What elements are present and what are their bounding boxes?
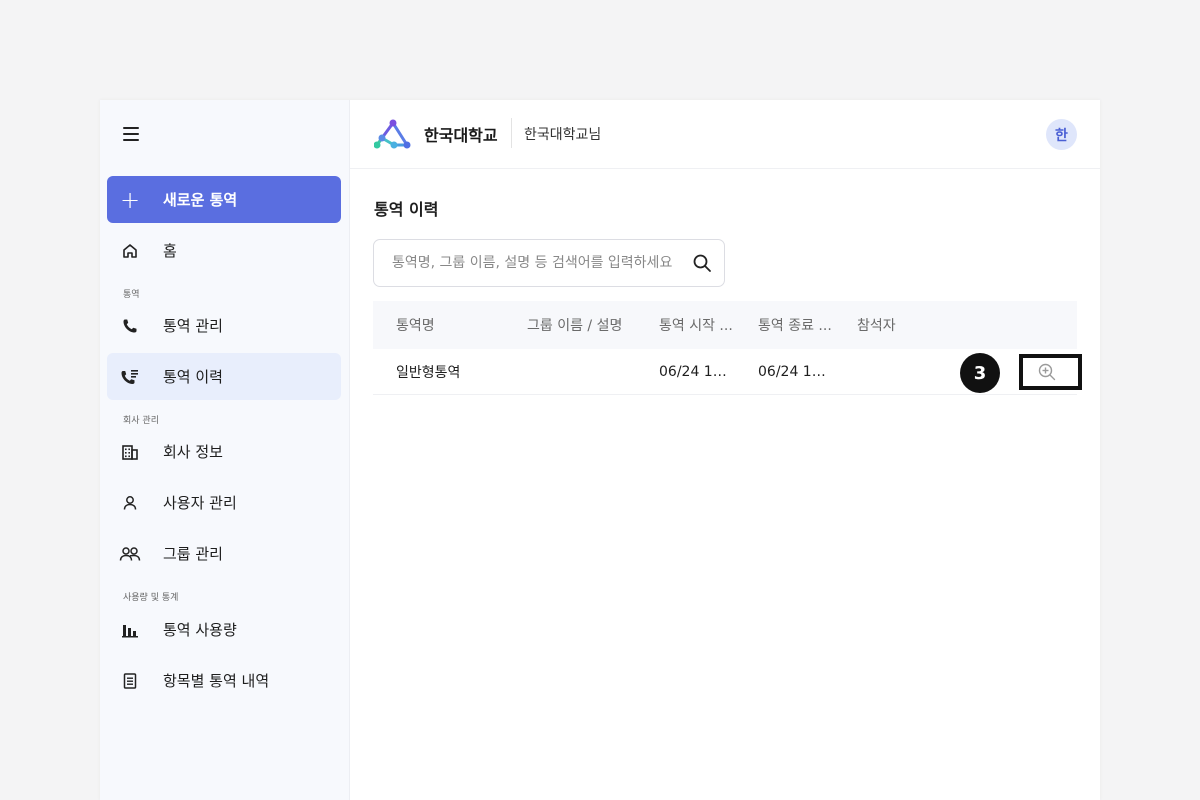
sidebar-item-label: 회사 정보 xyxy=(163,443,223,461)
main-content: 한국대학교 한국대학교님 한 통역 이력 통역명 그룹 이름 / 설명 통역 시… xyxy=(350,100,1100,800)
bar-chart-icon xyxy=(107,621,153,639)
section-label-interpretation: 통역 xyxy=(123,290,140,300)
brand-name: 한국대학교 xyxy=(424,126,498,145)
table-header: 통역명 그룹 이름 / 설명 통역 시작 ... 통역 종료 ... 참석자 xyxy=(373,301,1077,349)
person-icon xyxy=(107,494,153,512)
home-icon xyxy=(107,242,153,260)
user-name: 한국대학교님 xyxy=(524,127,602,143)
page-title: 통역 이력 xyxy=(374,200,439,219)
sidebar-item-label: 그룹 관리 xyxy=(163,545,223,563)
app-window: + 새로운 통역 홈 통역 통역 관리 통역 이력 회사 관리 회사 정보 사용… xyxy=(100,100,1100,800)
zoom-in-icon xyxy=(1038,363,1056,381)
avatar[interactable]: 한 xyxy=(1046,119,1077,150)
section-label-usage: 사용량 및 통계 xyxy=(123,593,179,603)
sidebar-item-label: 통역 사용량 xyxy=(163,621,237,639)
column-header-name[interactable]: 통역명 xyxy=(373,315,504,335)
column-header-end[interactable]: 통역 종료 ... xyxy=(735,315,834,335)
top-bar: 한국대학교 한국대학교님 한 xyxy=(350,100,1100,169)
sidebar-item-interpretation-history[interactable]: 통역 이력 xyxy=(107,353,341,400)
column-header-start[interactable]: 통역 시작 ... xyxy=(636,315,735,335)
sidebar-item-group-manage[interactable]: 그룹 관리 xyxy=(107,530,341,577)
history-table: 통역명 그룹 이름 / 설명 통역 시작 ... 통역 종료 ... 참석자 일… xyxy=(373,301,1082,395)
sidebar-item-label: 홈 xyxy=(163,242,177,260)
table-row[interactable]: 일반형통역 06/24 13:... 06/24 13:... 3 xyxy=(373,349,1082,395)
plus-icon: + xyxy=(119,185,141,214)
view-detail-button[interactable] xyxy=(1019,354,1082,390)
new-interpretation-button[interactable]: + 새로운 통역 xyxy=(107,176,341,223)
brand-divider xyxy=(511,118,512,148)
search-icon[interactable] xyxy=(692,253,712,273)
sidebar-item-label: 사용자 관리 xyxy=(163,494,237,512)
sidebar-item-itemized[interactable]: 항목별 통역 내역 xyxy=(107,657,341,704)
hamburger-icon[interactable] xyxy=(122,125,140,143)
sidebar-item-interpretation-manage[interactable]: 통역 관리 xyxy=(107,302,341,349)
sidebar: + 새로운 통역 홈 통역 통역 관리 통역 이력 회사 관리 회사 정보 사용… xyxy=(100,100,350,800)
sidebar-item-label: 통역 관리 xyxy=(163,317,223,335)
column-header-group[interactable]: 그룹 이름 / 설명 xyxy=(504,315,636,335)
sidebar-item-user-manage[interactable]: 사용자 관리 xyxy=(107,479,341,526)
step-number-badge: 3 xyxy=(960,353,1000,393)
building-icon xyxy=(107,443,153,461)
search-input[interactable] xyxy=(392,255,692,271)
search-box xyxy=(373,239,725,287)
section-label-company: 회사 관리 xyxy=(123,416,159,426)
document-icon xyxy=(107,672,153,690)
people-icon xyxy=(107,545,153,563)
sidebar-item-home[interactable]: 홈 xyxy=(107,227,341,274)
cell-start: 06/24 13:... xyxy=(659,363,735,380)
sidebar-item-label: 항목별 통역 내역 xyxy=(163,672,270,690)
cell-end: 06/24 13:... xyxy=(758,363,834,380)
phone-icon xyxy=(107,317,153,335)
column-header-attendees[interactable]: 참석자 xyxy=(834,315,914,335)
sidebar-item-usage[interactable]: 통역 사용량 xyxy=(107,606,341,653)
sidebar-item-company-info[interactable]: 회사 정보 xyxy=(107,428,341,475)
phone-list-icon xyxy=(107,368,153,386)
sidebar-item-label: 통역 이력 xyxy=(163,368,223,386)
logo-icon xyxy=(374,119,411,149)
cell-name: 일반형통역 xyxy=(396,364,461,381)
new-interpretation-label: 새로운 통역 xyxy=(163,191,238,209)
